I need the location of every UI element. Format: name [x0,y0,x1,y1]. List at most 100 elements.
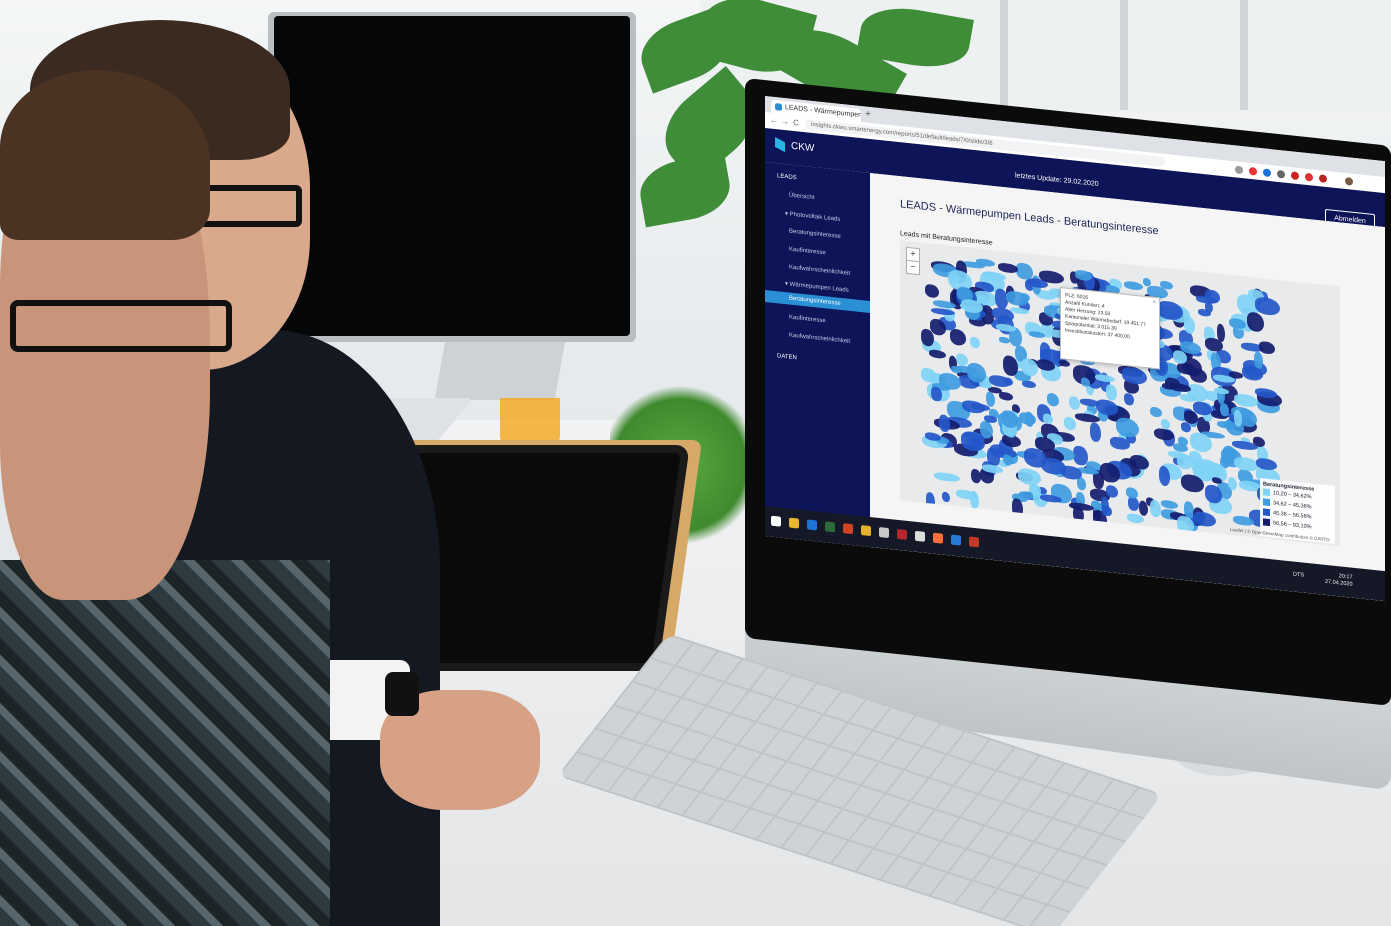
map-region[interactable] [1234,393,1258,408]
map-region[interactable] [1043,412,1053,425]
map-region[interactable] [979,380,992,389]
map-region[interactable] [942,491,951,503]
map-region[interactable] [1259,340,1275,355]
map-region[interactable] [921,367,936,384]
map-region[interactable] [1081,377,1090,388]
map-region[interactable] [970,336,981,349]
acrobat-icon[interactable] [897,528,907,540]
map-region[interactable] [999,391,1014,402]
glasses-icon [10,300,232,352]
file-explorer-icon[interactable] [789,517,799,529]
calculator-icon[interactable] [915,530,925,542]
map-region[interactable] [955,353,968,366]
choropleth-map[interactable]: + − × PLZ: 6016 Anzahl Kunden: 4 Alter H… [900,240,1340,547]
map-region[interactable] [1018,467,1042,486]
powerpoint-icon[interactable] [843,523,853,535]
sidebar-item-pv-beratung[interactable]: Beratungsinteresse [789,229,841,240]
map-region[interactable] [1204,301,1213,313]
map-region[interactable] [1069,395,1081,411]
extension-icon[interactable] [1319,174,1327,184]
map-region[interactable] [1254,350,1264,369]
map-region[interactable] [924,283,939,299]
map-region[interactable] [926,491,936,510]
legend-swatch [1263,508,1270,517]
new-tab-button[interactable]: + [865,109,875,121]
map-region[interactable] [934,471,961,483]
legend-swatch [1263,498,1270,507]
sidebar-item-pv-wahrscheinlichkeit[interactable]: Kaufwahrscheinlichkeit [789,265,850,277]
sidebar: LEADS Übersicht ▾ Photovoltaik Leads Ber… [765,162,870,548]
plaid-shirt [0,560,330,926]
map-region[interactable] [985,390,996,407]
sidebar-item-wp-kauf[interactable]: Kaufinteresse [789,315,826,325]
map-region[interactable] [1022,380,1036,389]
map-region[interactable] [1123,392,1134,406]
map-region[interactable] [1233,409,1242,428]
extension-icon[interactable] [1305,172,1313,182]
sidebar-item-pv-leads[interactable]: ▾ Photovoltaik Leads [785,210,840,223]
map-region[interactable] [1149,406,1163,418]
juice-glass [500,398,560,446]
favicon-icon [775,103,782,111]
page-title: LEADS - Wärmepumpen Leads - Beratungsint… [900,198,1159,238]
map-region[interactable] [998,262,1018,274]
firefox-icon[interactable] [933,532,943,544]
map-region[interactable] [1003,355,1018,377]
back-button[interactable]: ← [769,115,779,126]
popup-close-button[interactable]: × [1152,300,1156,307]
map-region[interactable] [1247,311,1264,333]
sidebar-item-overview[interactable]: Übersicht [789,193,814,202]
system-clock[interactable]: 20:17 27.04.2020 [1325,572,1353,589]
photoshop-icon[interactable] [951,534,961,546]
map-region[interactable] [931,386,942,403]
sidebar-item-leads[interactable]: LEADS [777,173,797,181]
sidebar-item-pv-kauf[interactable]: Kaufinteresse [789,247,826,257]
extension-icon[interactable] [1277,169,1285,179]
map-region[interactable] [950,328,966,346]
extension-icon[interactable] [1263,168,1271,178]
map-region[interactable] [1228,476,1238,491]
sidebar-item-wp-leads[interactable]: ▾ Wärmepumpen Leads [785,280,849,294]
map-region[interactable] [1046,392,1060,407]
reload-button[interactable]: C [791,118,801,129]
sidebar-item-wp-wahrscheinlichkeit[interactable]: Kaufwahrscheinlichkeit [789,333,850,345]
map-region[interactable] [1183,315,1195,334]
sidebar-item-daten[interactable]: DATEN [777,353,797,361]
app-icon[interactable] [969,536,979,548]
map-region[interactable] [1075,412,1100,423]
map-region[interactable] [1161,499,1179,510]
office-photo-scene: LEADS - Wärmepumpen Leads + ← → C insigh… [0,0,1391,926]
map-region[interactable] [1105,383,1117,401]
map-region[interactable] [988,374,1011,388]
legend-swatch [1263,488,1270,497]
legend-swatch [1263,518,1270,527]
app-icon[interactable] [879,526,889,539]
last-update-label: letztes Update: 29.02.2020 [1015,172,1099,189]
windows-start-icon[interactable] [771,515,781,527]
map-region[interactable] [950,365,962,375]
profile-avatar[interactable] [1345,176,1353,186]
back-monitor-stand [434,340,566,400]
brand-name: CKW [791,140,815,155]
window-frame [1240,0,1248,110]
extension-icon[interactable] [1235,165,1243,175]
map-region[interactable] [1124,280,1144,291]
ckw-logo-icon [775,137,785,152]
map-region[interactable] [1063,416,1077,431]
map-region[interactable] [1125,487,1138,500]
map-region[interactable] [1150,499,1162,518]
extension-icon[interactable] [1291,171,1299,181]
outlook-icon[interactable] [807,519,817,531]
forward-button[interactable]: → [780,117,790,128]
map-region[interactable] [928,349,947,360]
zoom-out-button[interactable]: − [906,259,920,276]
keyboard-language[interactable]: DTS [1293,571,1304,578]
map-region[interactable] [999,336,1010,345]
wristwatch [385,672,419,716]
map-region[interactable] [1090,422,1102,442]
legend-label: 56,56 – 93,10% [1273,520,1312,531]
chrome-icon[interactable] [861,525,871,537]
excel-icon[interactable] [825,521,835,533]
map-region[interactable] [1102,504,1112,517]
extension-icon[interactable] [1249,166,1257,176]
